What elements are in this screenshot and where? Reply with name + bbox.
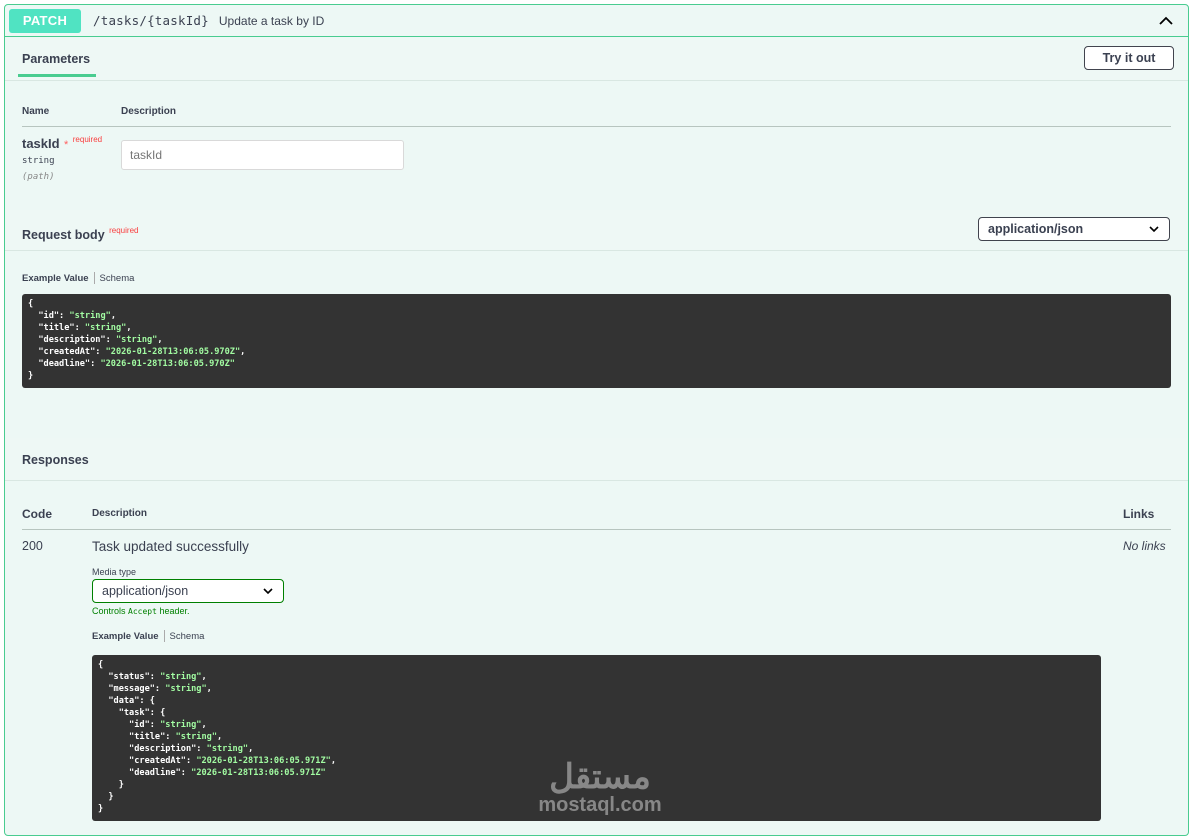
parameter-location: (path): [22, 172, 55, 182]
column-header-name: Name: [22, 106, 50, 117]
tab-separator: [163, 630, 165, 642]
response-media-type-value: application/json: [102, 584, 189, 598]
code-line: "description": "string",: [98, 744, 254, 754]
code-line: "status": "string",: [98, 672, 207, 682]
method-badge: PATCH: [9, 8, 81, 33]
try-it-out-button[interactable]: Try it out: [1084, 46, 1174, 70]
request-content-type-select[interactable]: application/json: [978, 217, 1170, 241]
controls-prefix: Controls: [92, 606, 126, 616]
required-label: required: [72, 135, 103, 144]
tab-example-value[interactable]: Example Value: [92, 631, 159, 642]
chevron-down-icon: [263, 588, 273, 595]
mostaql-watermark-logo: مستقل mostaql.com: [525, 760, 675, 822]
code-line: "data": {: [98, 696, 155, 706]
code-line: "title": "string",: [28, 323, 132, 333]
tab-parameters[interactable]: Parameters: [18, 46, 96, 77]
operation-block: PATCH /tasks/{taskId} Update a task by I…: [4, 4, 1189, 836]
table-divider: [22, 126, 1171, 127]
code-line: }: [28, 371, 34, 381]
response-media-type-select[interactable]: application/json: [92, 579, 284, 603]
operation-description: Update a task by ID: [218, 13, 325, 28]
request-example-tabs: Example Value Schema: [22, 272, 134, 284]
controls-code: Accept: [128, 607, 157, 616]
code-line: "task": {: [98, 708, 166, 718]
operation-path: /tasks/{taskId}: [93, 13, 209, 28]
code-line: "description": "string",: [28, 335, 163, 345]
responses-divider: [22, 529, 1171, 530]
request-body-header: Request body required application/json: [5, 210, 1188, 251]
request-body-required: required: [109, 226, 139, 235]
column-header-description: Description: [121, 106, 177, 117]
parameter-name: taskId: [22, 136, 60, 151]
request-body-title-wrap: Request body required: [22, 226, 138, 244]
tab-separator: [93, 272, 95, 284]
code-line: "id": "string",: [98, 720, 207, 730]
chevron-down-icon: [1149, 226, 1159, 233]
column-header-code: Code: [22, 507, 52, 521]
responses-title: Responses: [22, 453, 89, 467]
taskid-input[interactable]: [121, 140, 404, 170]
parameter-row: taskId * required: [22, 135, 102, 153]
code-line: "title": "string",: [98, 732, 223, 742]
parameters-header: Parameters Try it out: [5, 38, 1188, 81]
operation-summary[interactable]: PATCH /tasks/{taskId} Update a task by I…: [5, 5, 1188, 37]
chevron-up-icon[interactable]: [1158, 13, 1174, 29]
parameter-type: string: [22, 156, 55, 166]
column-header-links: Links: [1123, 507, 1155, 521]
tab-schema[interactable]: Schema: [100, 273, 135, 284]
request-content-type-value: application/json: [988, 222, 1084, 236]
responses-header: Responses: [5, 438, 1188, 481]
code-line: {: [98, 660, 104, 670]
controls-suffix: header.: [159, 606, 190, 616]
request-example-code: { "id": "string", "title": "string", "de…: [22, 294, 1171, 388]
request-body-title: Request body: [22, 228, 105, 242]
code-line: "deadline": "2026-01-28T13:06:05.970Z": [28, 359, 235, 369]
watermark-arabic: مستقل: [549, 758, 651, 796]
code-line: "createdAt": "2026-01-28T13:06:05.970Z",: [28, 347, 246, 357]
watermark-latin: mostaql.com: [538, 794, 662, 816]
code-line: {: [28, 299, 34, 309]
tab-example-value[interactable]: Example Value: [22, 273, 89, 284]
media-type-label: Media type: [92, 567, 137, 577]
required-star: *: [64, 139, 69, 151]
code-line: "message": "string",: [98, 684, 212, 694]
response-links: No links: [1123, 539, 1166, 553]
tab-schema[interactable]: Schema: [170, 631, 205, 642]
response-code: 200: [22, 539, 43, 553]
response-example-tabs: Example Value Schema: [92, 630, 204, 642]
code-line: "id": "string",: [28, 311, 116, 321]
response-description: Task updated successfully: [92, 539, 249, 554]
controls-accept-note: Controls Accept header.: [92, 606, 189, 616]
column-header-response-description: Description: [92, 508, 148, 519]
